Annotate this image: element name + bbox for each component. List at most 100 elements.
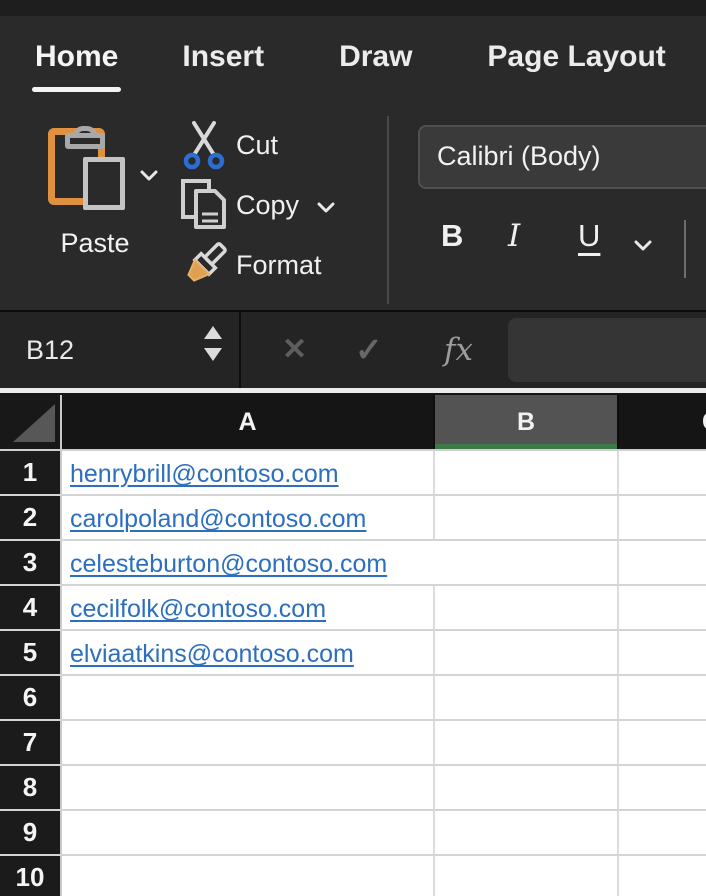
tab-draw-label: Draw [339,40,412,73]
tab-home[interactable]: Home [35,40,118,92]
cell-b8[interactable] [435,766,619,809]
cell-b1[interactable] [435,451,619,494]
ribbon-tab-bar: Home Insert Draw Page Layout [0,16,706,110]
titlebar-strip [0,0,706,16]
copy-dropdown-chevron-icon[interactable] [317,202,335,214]
cell-c3[interactable] [619,541,706,584]
underline-dropdown-chevron-icon[interactable] [634,240,652,252]
cell-a5[interactable]: elviaatkins@contoso.com [62,631,435,674]
cell-c5[interactable] [619,631,706,674]
cell-b5[interactable] [435,631,619,674]
ribbon: Paste Cut Copy [0,110,706,310]
paste-paper-icon [83,157,125,210]
row-header-8[interactable]: 8 [0,766,62,809]
row-header-6[interactable]: 6 [0,676,62,719]
cell-a8[interactable] [62,766,435,809]
cell-a2[interactable]: carolpoland@contoso.com [62,496,435,539]
row-header-9[interactable]: 9 [0,811,62,854]
row-header-7[interactable]: 7 [0,721,62,764]
row-header-1[interactable]: 1 [0,451,62,494]
table-row: 2 carolpoland@contoso.com [0,496,706,541]
tab-insert-label: Insert [182,40,264,73]
cut-button[interactable]: Cut [172,120,278,170]
cell-b9[interactable] [435,811,619,854]
row-header-10[interactable]: 10 [0,856,62,896]
copy-icon [172,178,236,232]
cell-a10[interactable] [62,856,435,896]
paste-button[interactable]: Paste [40,118,158,278]
bold-button[interactable]: B [441,218,463,254]
column-header-c[interactable]: C [619,395,706,449]
excel-window: { "ribbon_tabs": [ {"label": "Home", "ac… [0,0,706,896]
cell-c2[interactable] [619,496,706,539]
email-hyperlink[interactable]: carolpoland@contoso.com [70,505,366,534]
cell-a9[interactable] [62,811,435,854]
font-group-divider [684,220,686,278]
email-hyperlink[interactable]: elviaatkins@contoso.com [70,640,354,669]
email-hyperlink[interactable]: henrybrill@contoso.com [70,460,339,489]
formula-bar: B12 ✕ ✓ fx [0,310,706,388]
cell-c7[interactable] [619,721,706,764]
column-header-a[interactable]: A [62,395,435,449]
cell-b4[interactable] [435,586,619,629]
underline-button[interactable]: U [578,218,600,254]
font-name-combobox[interactable]: Calibri (Body) [418,125,706,189]
formula-bar-divider [239,312,241,388]
cell-b10[interactable] [435,856,619,896]
table-row: 10 [0,856,706,896]
confirm-entry-icon[interactable]: ✓ [355,312,383,388]
font-name-value: Calibri (Body) [437,141,601,171]
cell-a7[interactable] [62,721,435,764]
table-row: 5 elviaatkins@contoso.com [0,631,706,676]
table-row: 7 [0,721,706,766]
column-header-b[interactable]: B [435,395,619,449]
cancel-entry-icon[interactable]: ✕ [282,312,307,388]
table-row: 3 celesteburton@contoso.com [0,541,706,586]
tab-draw[interactable]: Draw [339,40,412,74]
italic-button[interactable]: I [508,218,520,254]
email-hyperlink[interactable]: celesteburton@contoso.com [70,550,387,579]
cell-a1[interactable]: henrybrill@contoso.com [62,451,435,494]
table-row: 1 henrybrill@contoso.com [0,451,706,496]
cell-c8[interactable] [619,766,706,809]
email-hyperlink[interactable]: cecilfolk@contoso.com [70,595,326,624]
format-label: Format [236,250,322,281]
formula-input[interactable] [508,318,706,382]
table-row: 9 [0,811,706,856]
paintbrush-icon [172,238,236,292]
cell-a4[interactable]: cecilfolk@contoso.com [62,586,435,629]
cell-b7[interactable] [435,721,619,764]
tab-insert[interactable]: Insert [182,40,264,74]
select-all-button[interactable] [0,395,62,449]
table-row: 8 [0,766,706,811]
spreadsheet-grid: A B C 1 henrybrill@contoso.com 2 carolpo… [0,395,706,896]
tab-home-label: Home [35,40,118,73]
paste-label: Paste [40,228,150,259]
cell-b6[interactable] [435,676,619,719]
cell-b3[interactable] [435,541,619,584]
cell-b2[interactable] [435,496,619,539]
table-row: 4 cecilfolk@contoso.com [0,586,706,631]
name-box[interactable]: B12 [26,312,74,388]
cell-a3[interactable]: celesteburton@contoso.com [62,541,435,584]
copy-label: Copy [236,190,299,221]
cell-c10[interactable] [619,856,706,896]
spinner-down-icon[interactable] [204,348,222,361]
cell-a6[interactable] [62,676,435,719]
name-box-spinner[interactable] [204,326,222,361]
row-header-4[interactable]: 4 [0,586,62,629]
copy-button[interactable]: Copy [172,178,335,232]
row-header-3[interactable]: 3 [0,541,62,584]
tab-page-layout[interactable]: Page Layout [487,40,665,74]
spinner-up-icon[interactable] [204,326,222,339]
cell-c6[interactable] [619,676,706,719]
format-painter-button[interactable]: Format [172,238,322,292]
cell-c4[interactable] [619,586,706,629]
insert-function-icon[interactable]: fx [444,312,473,388]
row-header-2[interactable]: 2 [0,496,62,539]
cell-c1[interactable] [619,451,706,494]
paste-dropdown-chevron-icon[interactable] [140,170,158,182]
cell-c9[interactable] [619,811,706,854]
row-header-5[interactable]: 5 [0,631,62,674]
scissors-icon [172,120,236,170]
